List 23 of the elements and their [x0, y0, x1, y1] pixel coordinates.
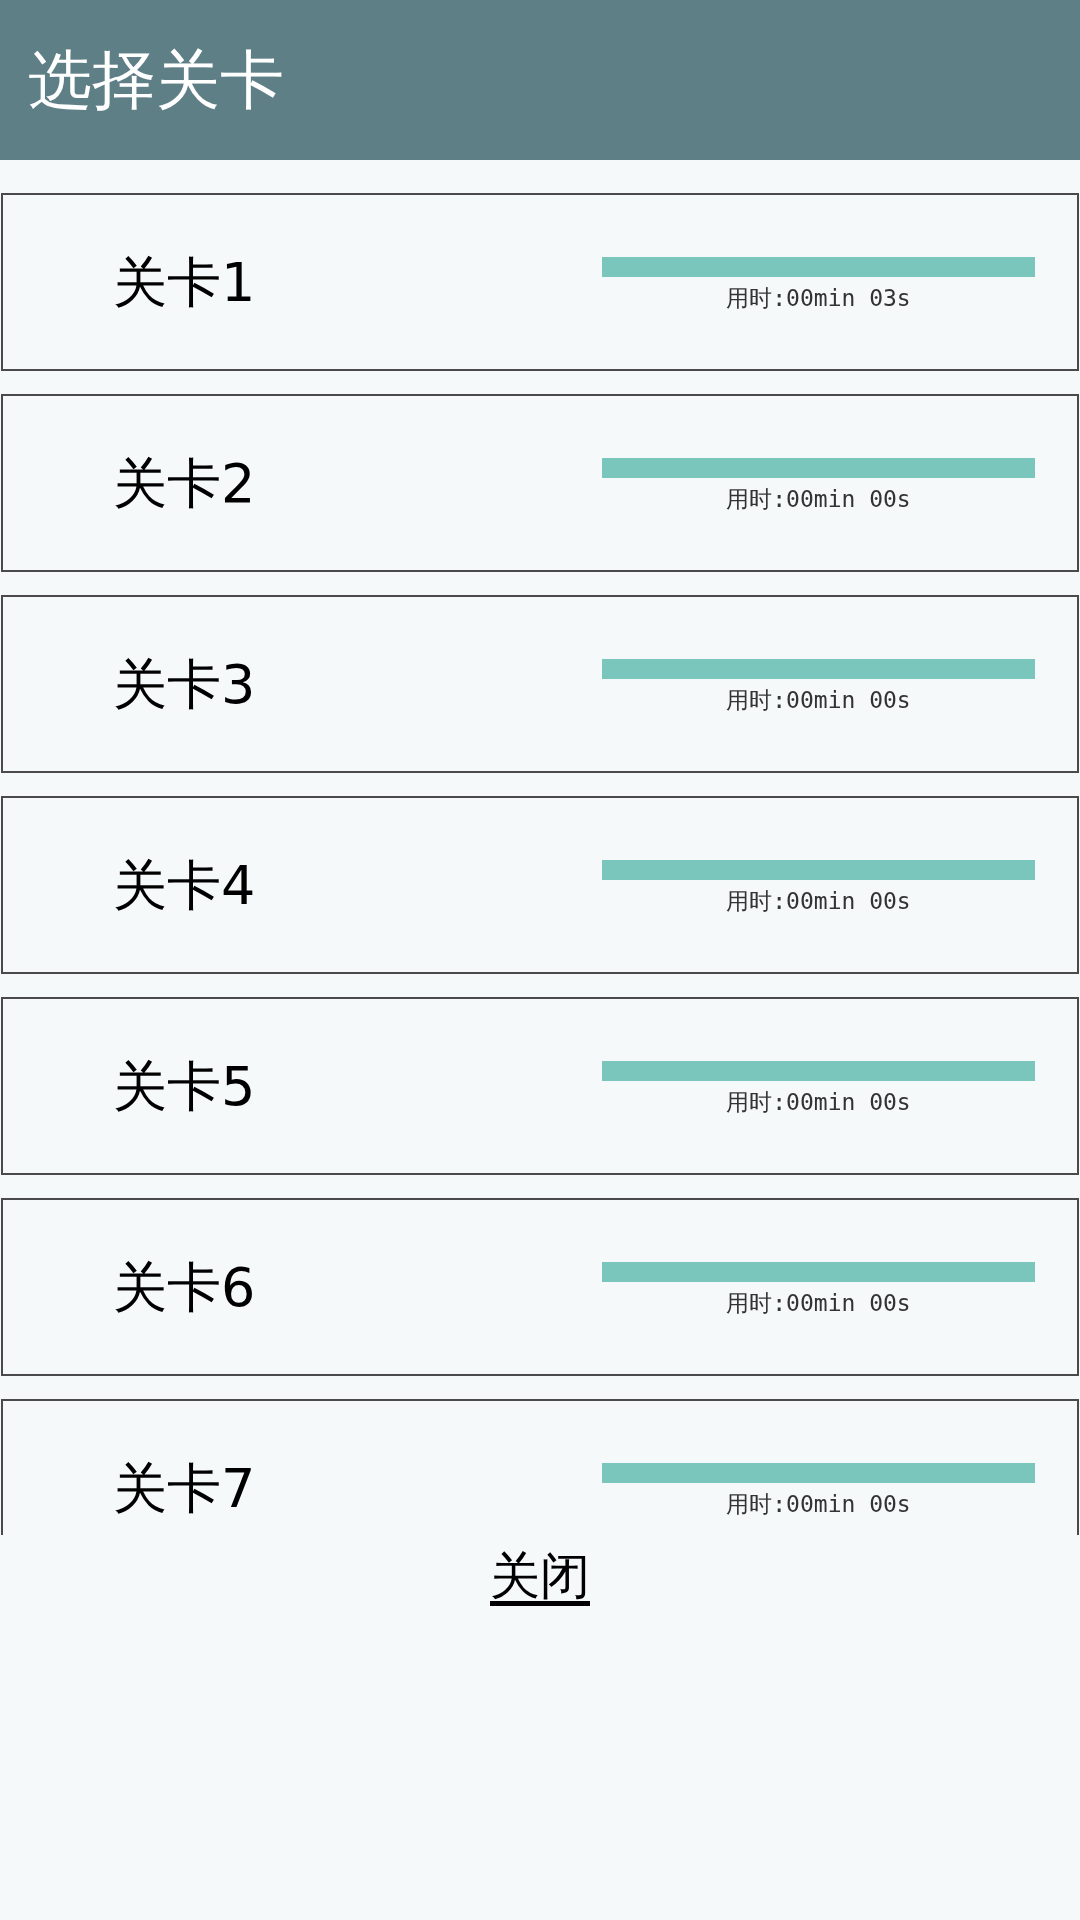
level-card[interactable]: 关卡6 用时:00min 00s — [1, 1198, 1079, 1376]
close-button[interactable]: 关闭 — [490, 1543, 590, 1610]
time-label: 用时:00min 00s — [726, 485, 911, 514]
level-card[interactable]: 关卡7 用时:00min 00s — [1, 1399, 1079, 1535]
level-card[interactable]: 关卡3 用时:00min 00s — [1, 595, 1079, 773]
time-label: 用时:00min 00s — [726, 686, 911, 715]
level-name: 关卡5 — [113, 1054, 256, 1120]
time-label: 用时:00min 00s — [726, 1490, 911, 1519]
level-name: 关卡7 — [113, 1456, 256, 1522]
time-label: 用时:00min 00s — [726, 887, 911, 916]
time-label: 用时:00min 03s — [726, 284, 911, 313]
level-name: 关卡1 — [113, 250, 256, 316]
level-name: 关卡3 — [113, 652, 256, 718]
level-card[interactable]: 关卡1 用时:00min 03s — [1, 193, 1079, 371]
level-name: 关卡4 — [113, 853, 256, 919]
level-card[interactable]: 关卡4 用时:00min 00s — [1, 796, 1079, 974]
time-label: 用时:00min 00s — [726, 1088, 911, 1117]
level-card[interactable]: 关卡2 用时:00min 00s — [1, 394, 1079, 572]
level-card[interactable]: 关卡5 用时:00min 00s — [1, 997, 1079, 1175]
level-name: 关卡6 — [113, 1255, 256, 1321]
time-label: 用时:00min 00s — [726, 1289, 911, 1318]
screen-title: 选择关卡 — [28, 41, 284, 119]
level-name: 关卡2 — [113, 451, 256, 517]
